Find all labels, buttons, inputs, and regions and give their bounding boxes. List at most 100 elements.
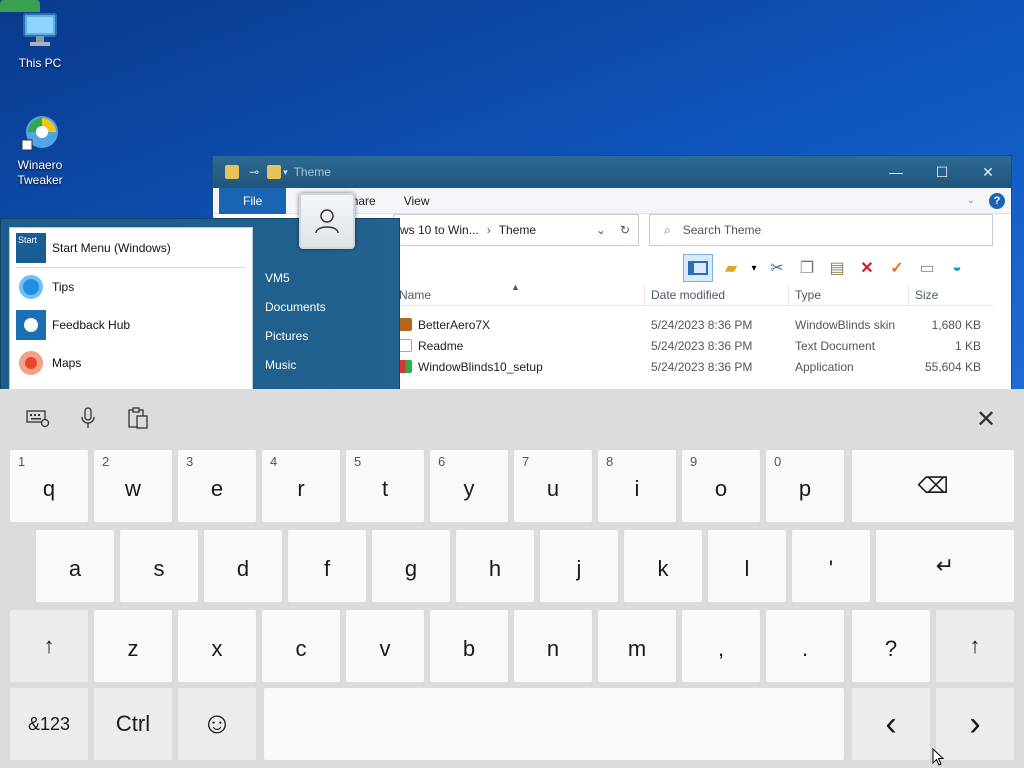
shift-key-left[interactable]: ↑ xyxy=(10,610,88,682)
lightbulb-icon xyxy=(16,272,46,302)
backspace-key[interactable]: ⌫ xyxy=(852,450,1014,522)
file-type: WindowBlinds skin xyxy=(795,317,896,332)
key-q[interactable]: 1q xyxy=(10,450,88,522)
key-label: r xyxy=(297,476,305,501)
copy-icon[interactable]: ❐ xyxy=(795,256,819,280)
chevron-down-icon[interactable]: ▾ xyxy=(283,167,288,178)
symbols-key[interactable]: &123 xyxy=(10,688,88,760)
key-u[interactable]: 7u xyxy=(514,450,592,522)
key-c[interactable]: c xyxy=(262,610,340,682)
tab-view[interactable]: View xyxy=(390,194,444,208)
properties-folder-icon[interactable]: ▰ xyxy=(719,256,743,280)
key-x[interactable]: x xyxy=(178,610,256,682)
column-type[interactable]: Type xyxy=(789,284,909,305)
key-i[interactable]: 8i xyxy=(598,450,676,522)
shift-key-right[interactable]: ↑ xyxy=(936,610,1014,682)
delete-icon[interactable]: ✕ xyxy=(855,256,879,280)
keyboard-close-button[interactable]: ✕ xyxy=(970,403,1002,435)
chevron-down-icon[interactable]: ⌄ xyxy=(596,223,606,237)
pin-icon[interactable]: ⊸ xyxy=(249,165,259,179)
breadcrumb-item-current[interactable]: Theme xyxy=(499,223,536,237)
cut-icon[interactable]: ✂ xyxy=(765,256,789,280)
close-button[interactable]: ✕ xyxy=(965,164,1011,181)
start-menu-item-tips[interactable]: Tips xyxy=(10,268,252,306)
key-p[interactable]: 0p xyxy=(766,450,844,522)
dropdown-arrow-icon[interactable]: ▾ xyxy=(749,256,759,280)
key-e[interactable]: 3e xyxy=(178,450,256,522)
layout-pane-icon[interactable] xyxy=(683,254,713,282)
title-bar[interactable]: ⊸ ▾ Theme — ☐ ✕ xyxy=(213,156,1011,188)
address-bar[interactable]: ws 10 to Win... › Theme ⌄ ↻ xyxy=(393,214,639,246)
folder-icon[interactable] xyxy=(267,165,282,179)
start-menu-programs: Start Start Menu (Windows) Tips Feedback… xyxy=(9,227,253,397)
key-b[interactable]: b xyxy=(430,610,508,682)
ctrl-key[interactable]: Ctrl xyxy=(94,688,172,760)
key-m[interactable]: m xyxy=(598,610,676,682)
file-size: 1 KB xyxy=(954,338,981,353)
left-arrow-key[interactable]: ‹ xyxy=(852,688,930,760)
start-menu-place-documents[interactable]: Documents xyxy=(265,296,326,325)
key-h[interactable]: h xyxy=(456,530,534,602)
key-f[interactable]: f xyxy=(288,530,366,602)
key-label: Ctrl xyxy=(115,711,151,736)
shell-icon[interactable]: ◒ xyxy=(945,256,969,280)
key-y[interactable]: 6y xyxy=(430,450,508,522)
key-r[interactable]: 4r xyxy=(262,450,340,522)
paste-icon[interactable]: ▤ xyxy=(825,256,849,280)
file-row[interactable]: WindowBlinds10_setup 5/24/2023 8:36 PM A… xyxy=(399,356,999,377)
rename-icon[interactable]: ▭ xyxy=(915,256,939,280)
key-k[interactable]: k xyxy=(624,530,702,602)
key-comma[interactable]: , xyxy=(682,610,760,682)
maximize-button[interactable]: ☐ xyxy=(919,164,965,181)
key-t[interactable]: 5t xyxy=(346,450,424,522)
start-menu-header-item[interactable]: Start Start Menu (Windows) xyxy=(16,228,246,268)
key-w[interactable]: 2w xyxy=(94,450,172,522)
file-row[interactable]: Readme 5/24/2023 8:36 PM Text Document 1… xyxy=(399,335,999,356)
start-menu-place-pictures[interactable]: Pictures xyxy=(265,325,326,354)
key-z[interactable]: z xyxy=(94,610,172,682)
key-n[interactable]: n xyxy=(514,610,592,682)
key-o[interactable]: 9o xyxy=(682,450,760,522)
enter-key[interactable]: ↵ xyxy=(876,530,1014,602)
key-v[interactable]: v xyxy=(346,610,424,682)
key-label: v xyxy=(379,636,391,661)
key-s[interactable]: s xyxy=(120,530,198,602)
key-j[interactable]: j xyxy=(540,530,618,602)
key-period[interactable]: . xyxy=(766,610,844,682)
key-l[interactable]: l xyxy=(708,530,786,602)
user-avatar[interactable] xyxy=(299,193,355,249)
emoji-key[interactable]: ☺ xyxy=(178,688,256,760)
key-question[interactable]: ? xyxy=(852,610,930,682)
refresh-icon[interactable]: ↻ xyxy=(620,223,630,237)
start-menu-place-user[interactable]: VM5 xyxy=(265,267,326,296)
right-arrow-key[interactable]: › xyxy=(936,688,1014,760)
keyboard-settings-icon[interactable] xyxy=(22,402,54,434)
start-menu-item-feedback-hub[interactable]: Feedback Hub xyxy=(10,306,252,344)
key-label: q xyxy=(42,476,56,501)
desktop-icon-winaero-tweaker[interactable]: Winaero Tweaker xyxy=(0,110,80,188)
search-box[interactable]: ⌕ Search Theme xyxy=(649,214,993,246)
user-icon xyxy=(315,209,339,234)
key-apostrophe[interactable]: ' xyxy=(792,530,870,602)
file-row[interactable]: BetterAero7X 5/24/2023 8:36 PM WindowBli… xyxy=(399,314,999,335)
start-menu-item-maps[interactable]: Maps xyxy=(10,344,252,382)
space-key[interactable] xyxy=(264,688,844,760)
key-g[interactable]: g xyxy=(372,530,450,602)
minimize-button[interactable]: — xyxy=(873,164,919,181)
search-input[interactable]: Search Theme xyxy=(683,223,762,237)
ribbon-expand-icon[interactable]: ⌄ xyxy=(967,195,975,206)
key-d[interactable]: d xyxy=(204,530,282,602)
tab-file[interactable]: File xyxy=(219,187,287,214)
breadcrumb-item[interactable]: ws 10 to Win... xyxy=(400,223,479,237)
column-date[interactable]: Date modified xyxy=(645,284,789,305)
clipboard-icon[interactable] xyxy=(122,402,154,434)
check-icon[interactable]: ✓ xyxy=(885,256,909,280)
desktop-icon-this-pc[interactable]: This PC xyxy=(0,8,80,71)
help-icon[interactable]: ? xyxy=(989,192,1005,209)
key-a[interactable]: a xyxy=(36,530,114,602)
column-size[interactable]: Size xyxy=(909,284,989,305)
microphone-icon[interactable] xyxy=(72,402,104,434)
start-menu-place-music[interactable]: Music xyxy=(265,354,326,383)
key-label: p xyxy=(798,476,812,501)
column-name[interactable]: Name ▲ xyxy=(393,282,645,305)
